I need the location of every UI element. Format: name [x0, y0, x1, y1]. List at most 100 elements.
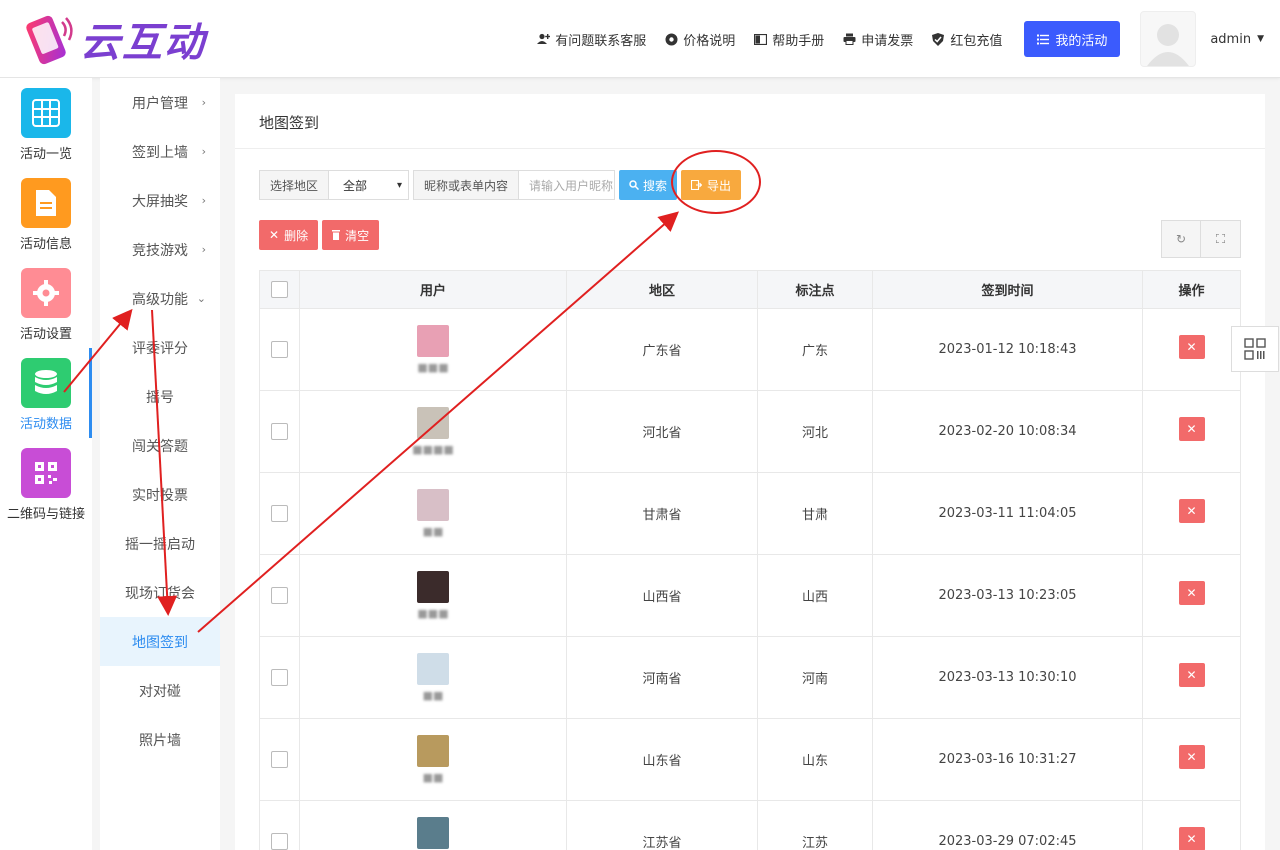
user-name: ■■ — [422, 688, 444, 702]
trash-icon — [332, 230, 341, 240]
delete-row-button[interactable]: ✕ — [1178, 744, 1205, 769]
keyword-input[interactable]: 请输入用户昵称 — [519, 170, 616, 200]
close-icon: ✕ — [269, 228, 280, 242]
fullscreen-button[interactable] — [1201, 220, 1241, 258]
pricing-link[interactable]: 价格说明 — [664, 30, 735, 49]
delete-row-button[interactable]: ✕ — [1178, 334, 1205, 359]
row-checkbox[interactable] — [271, 423, 288, 440]
submenu-shake-start[interactable]: 摇一摇启动 — [100, 519, 220, 568]
sidebar-item-activity-settings[interactable]: 活动设置 — [0, 258, 92, 348]
top-header: 云互动 有问题联系客服 价格说明 帮助手册 申请发票 红包充值 我的活动 adm… — [0, 0, 1280, 78]
floating-qrcode-button[interactable] — [1231, 326, 1279, 372]
delete-row-button[interactable]: ✕ — [1178, 416, 1205, 441]
column-header: 标注点 — [758, 271, 873, 308]
user-menu-dropdown[interactable]: admin ▼ — [1210, 32, 1264, 47]
mark-cell: 河北 — [758, 391, 873, 472]
submenu-checkin-wall[interactable]: 签到上墙 › — [100, 127, 220, 176]
region-cell: 甘肃省 — [567, 473, 758, 554]
username: admin — [1210, 31, 1252, 47]
submenu-judge-scoring[interactable]: 评委评分 — [100, 323, 220, 372]
row-checkbox[interactable] — [271, 505, 288, 522]
submenu-photo-wall[interactable]: 照片墙 — [100, 715, 220, 764]
help-manual-link[interactable]: 帮助手册 — [753, 30, 824, 49]
delete-row-button[interactable]: ✕ — [1178, 662, 1205, 687]
divider — [235, 148, 1265, 149]
contact-support-link[interactable]: 有问题联系客服 — [536, 30, 646, 49]
submenu-screen-lottery[interactable]: 大屏抽奖 › — [100, 176, 220, 225]
chevron-right-icon: › — [201, 194, 206, 207]
checkin-time-cell: 2023-03-29 07:02:45 — [873, 801, 1143, 850]
table-row: ■■ 河南省 河南 2023-03-13 10:30:10 ✕ — [260, 637, 1240, 719]
submenu-live-voting[interactable]: 实时投票 — [100, 470, 220, 519]
user-cell: ■■■■ — [300, 391, 567, 472]
search-button[interactable]: 搜索 — [619, 170, 678, 200]
action-cell: ✕ — [1143, 555, 1240, 636]
sidebar-item-activity-data[interactable]: 活动数据 — [0, 348, 92, 438]
book-icon — [753, 32, 767, 46]
region-select[interactable]: 全部 ▾ — [329, 170, 410, 200]
qrcode-icon — [21, 448, 71, 498]
main-card: 地图签到 选择地区 全部 ▾ 昵称或表单内容 请输入用户昵称 搜索 导出 ✕ 删… — [235, 94, 1265, 850]
row-checkbox[interactable] — [271, 669, 288, 686]
row-select-cell — [260, 637, 300, 718]
user-name: ■■■ — [417, 360, 449, 374]
submenu-label: 照片墙 — [139, 732, 181, 749]
delete-row-button[interactable]: ✕ — [1178, 498, 1205, 523]
search-toolbar: 选择地区 全部 ▾ 昵称或表单内容 请输入用户昵称 搜索 导出 — [259, 170, 742, 200]
submenu-label: 签到上墙 — [132, 144, 188, 161]
column-header: 操作 — [1178, 284, 1205, 299]
delete-row-button[interactable]: ✕ — [1178, 826, 1205, 850]
invoice-label: 申请发票 — [861, 33, 914, 49]
row-select-cell — [260, 719, 300, 800]
submenu-advanced-features[interactable]: 高级功能 ⌄ — [100, 274, 220, 323]
submenu-label: 现场订货会 — [125, 585, 195, 602]
close-icon: ✕ — [1186, 503, 1197, 518]
submenu-order-fair[interactable]: 现场订货会 — [100, 568, 220, 617]
submenu-competitive-games[interactable]: 竞技游戏 › — [100, 225, 220, 274]
red-packet-recharge-link[interactable]: 红包充值 — [931, 30, 1002, 49]
user-avatar-image — [417, 488, 449, 521]
fullscreen-icon — [1215, 232, 1226, 246]
row-select-cell — [260, 309, 300, 390]
table-row: ■■江苏省江苏2023-03-29 07:02:45 ✕ — [260, 801, 1240, 850]
export-highlight-annotation — [671, 150, 761, 214]
my-activity-button[interactable]: 我的活动 — [1024, 21, 1121, 57]
table-row: ■■ 山东省 山东 2023-03-16 10:31:27 ✕ — [260, 719, 1240, 801]
checkin-table: 用户 地区 标注点 签到时间 操作 ■■■ 广东省 广东 2023-01-12 10:… — [259, 270, 1241, 850]
submenu-label: 高级功能 — [132, 291, 188, 308]
checkin-time-cell: 2023-03-13 10:23:05 — [873, 555, 1143, 636]
delete-button[interactable]: ✕ 删除 — [259, 220, 319, 250]
refresh-button[interactable]: ↻ — [1161, 220, 1201, 258]
row-checkbox[interactable] — [271, 341, 288, 358]
invoice-link[interactable]: 申请发票 — [842, 30, 913, 49]
delete-row-button[interactable]: ✕ — [1178, 580, 1205, 605]
checkin-time-cell: 2023-03-11 11:04:05 — [873, 473, 1143, 554]
brand-logo[interactable]: 云互动 — [22, 12, 206, 66]
page-title: 地图签到 — [259, 114, 320, 132]
user-cell: ■■■ — [300, 309, 567, 390]
submenu-map-checkin[interactable]: 地图签到 — [100, 617, 220, 666]
submenu-match-pair[interactable]: 对对碰 — [100, 666, 220, 715]
checkin-time-cell: 2023-01-12 10:18:43 — [873, 309, 1143, 390]
row-select-cell — [260, 473, 300, 554]
submenu-number-draw[interactable]: 摇号 — [100, 372, 220, 421]
clear-button[interactable]: 清空 — [322, 220, 380, 250]
header-nav: 有问题联系客服 价格说明 帮助手册 申请发票 红包充值 我的活动 admin ▼ — [536, 0, 1280, 78]
sidebar-label: 二维码与链接 — [6, 507, 85, 522]
sidebar-item-activity-info[interactable]: 活动信息 — [0, 168, 92, 258]
submenu-quiz[interactable]: 闯关答题 — [100, 421, 220, 470]
row-checkbox[interactable] — [271, 751, 288, 768]
delete-button-label: 删除 — [284, 228, 309, 243]
submenu-label: 闯关答题 — [132, 438, 188, 455]
submenu-label: 对对碰 — [139, 683, 181, 700]
sidebar-item-qrcode-links[interactable]: 二维码与链接 — [0, 438, 92, 528]
chevron-right-icon: › — [201, 243, 206, 256]
table-row: ■■ 甘肃省 甘肃 2023-03-11 11:04:05 ✕ — [260, 473, 1240, 555]
row-checkbox[interactable] — [271, 587, 288, 604]
sidebar-item-activity-overview[interactable]: 活动一览 — [0, 78, 92, 168]
submenu-user-management[interactable]: 用户管理 › — [100, 78, 220, 127]
select-all-checkbox[interactable] — [271, 281, 288, 298]
user-avatar[interactable] — [1140, 11, 1197, 67]
row-checkbox[interactable] — [271, 833, 288, 850]
user-cell: ■■ — [300, 801, 567, 850]
